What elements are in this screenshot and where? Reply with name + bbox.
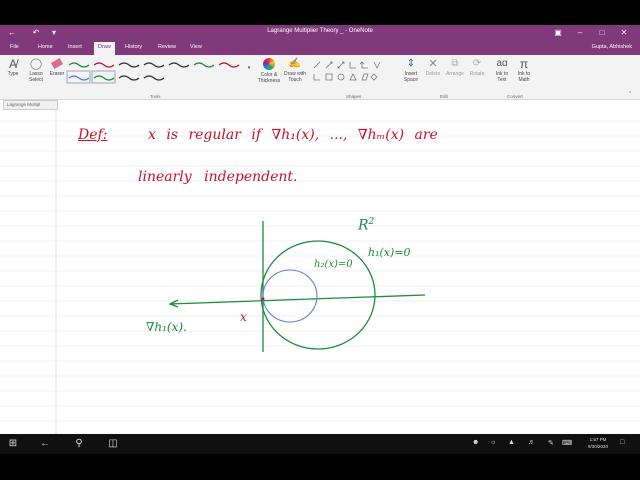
pi-icon: π: [519, 57, 529, 71]
draw-ribbon: A̸ Type ◯ Lasso Select Eraser ▾ Color & …: [0, 55, 640, 100]
onenote-window: ← ↶ ▾ Lagrange Multiplier Theory _ - One…: [0, 25, 640, 434]
color-wheel-icon: [263, 58, 275, 70]
maximize-icon[interactable]: □: [596, 27, 608, 39]
gradient-label: ∇h₁(x).: [146, 320, 187, 334]
h2-label: h₂(x)=0: [314, 259, 353, 270]
delete-icon: ✕: [428, 58, 438, 70]
insert-space-button[interactable]: ⇕ Insert Space: [400, 57, 422, 83]
group-label-tools: Tools: [150, 94, 161, 99]
circle-h2: [262, 269, 318, 323]
lasso-icon: ◯: [29, 58, 43, 70]
network-icon[interactable]: ▲: [508, 439, 515, 446]
menu-review[interactable]: Review: [158, 44, 176, 50]
people-icon[interactable]: ☻: [472, 439, 479, 446]
close-icon[interactable]: ✕: [618, 27, 630, 39]
rotate-button[interactable]: ⟳ Rotate: [467, 57, 487, 77]
pen-menu-icon[interactable]: ✎: [548, 439, 554, 447]
type-button[interactable]: A̸ Type: [4, 57, 22, 77]
insert-space-icon: ⇕: [406, 58, 416, 69]
group-label-shapes: Shapes: [346, 94, 362, 99]
menu-file[interactable]: File: [10, 44, 19, 50]
eraser-icon: [50, 57, 64, 70]
eraser-button[interactable]: Eraser: [48, 57, 66, 77]
regular-point: [261, 297, 265, 301]
note-canvas[interactable]: Def: x is regular if ∇h₁(x), ..., ∇hₘ(x)…: [0, 109, 640, 434]
menu-insert[interactable]: Insert: [68, 44, 82, 50]
title-bar: ← ↶ ▾ Lagrange Multiplier Theory _ - One…: [0, 25, 640, 41]
window-title: Lagrange Multiplier Theory _ - OneNote: [267, 28, 373, 34]
arrange-icon: ⧉: [451, 58, 459, 69]
ink-to-text-button[interactable]: aɑ Ink to Text: [492, 57, 512, 83]
windows-start-icon[interactable]: ⊞: [6, 437, 20, 451]
coordinate-axes: [168, 221, 426, 352]
user-name[interactable]: Gupta, Abhishek: [592, 44, 632, 50]
notifications-icon[interactable]: □: [620, 439, 624, 446]
delete-button[interactable]: ✕ Delete: [424, 57, 442, 77]
menu-bar: File Home Insert Draw History Review Vie…: [0, 41, 640, 55]
volume-icon[interactable]: ♬: [528, 439, 535, 446]
arrange-button[interactable]: ⧉ Arrange: [444, 57, 466, 77]
ruled-page: [0, 109, 640, 434]
search-icon[interactable]: ⚲: [72, 437, 86, 451]
lasso-select-button[interactable]: ◯ Lasso Select: [26, 57, 46, 83]
restore-ribbon-icon[interactable]: ▣: [552, 27, 564, 39]
taskbar: ⊞ ← ⚲ ◫ ☻ ☼ ▲ ♬ ✎ ⌨ 1:57 PM 9/30/2020 □: [0, 434, 640, 454]
shapes-gallery: [310, 58, 395, 88]
group-label-edit: Edit: [440, 94, 448, 99]
wifi-icon[interactable]: ☼: [490, 439, 496, 446]
x-point-label: x: [240, 310, 247, 324]
r2-label: R2: [358, 217, 375, 234]
shape-icons: [313, 61, 381, 81]
rotate-icon: ⟳: [472, 58, 482, 69]
draw-with-touch-button[interactable]: ✍ Draw with Touch: [282, 57, 308, 83]
minimize-icon[interactable]: –: [574, 27, 586, 39]
color-thickness-button[interactable]: Color & Thickness: [256, 57, 282, 84]
collapse-ribbon-icon[interactable]: ⌃: [628, 91, 632, 97]
definition-line-2: linearly independent.: [138, 169, 298, 185]
back-arrow-icon[interactable]: ←: [38, 437, 52, 451]
clock[interactable]: 1:57 PM 9/30/2020: [588, 436, 608, 450]
ink-to-math-button[interactable]: π Ink to Math: [514, 57, 534, 83]
pen-gallery: [66, 58, 246, 88]
keyboard-icon[interactable]: ⌨: [562, 439, 572, 447]
menu-view[interactable]: View: [190, 44, 202, 50]
menu-history[interactable]: History: [125, 44, 142, 50]
touch-icon: ✍: [288, 58, 302, 69]
menu-home[interactable]: Home: [38, 44, 53, 50]
pen-gallery-more-icon[interactable]: ▾: [246, 65, 252, 71]
task-view-icon[interactable]: ◫: [106, 437, 120, 451]
definition-line-1: x is regular if ∇h₁(x), ..., ∇hₘ(x) are: [148, 127, 438, 143]
def-label: Def:: [78, 127, 108, 143]
type-icon: A̸: [8, 57, 17, 71]
circle-h1: [260, 240, 376, 350]
group-label-convert: Convert: [507, 94, 523, 99]
h1-label: h₁(x)=0: [368, 246, 411, 259]
ink-to-text-icon: aɑ: [496, 58, 508, 69]
menu-draw[interactable]: Draw: [94, 42, 115, 55]
pen-strokes: [66, 62, 240, 84]
